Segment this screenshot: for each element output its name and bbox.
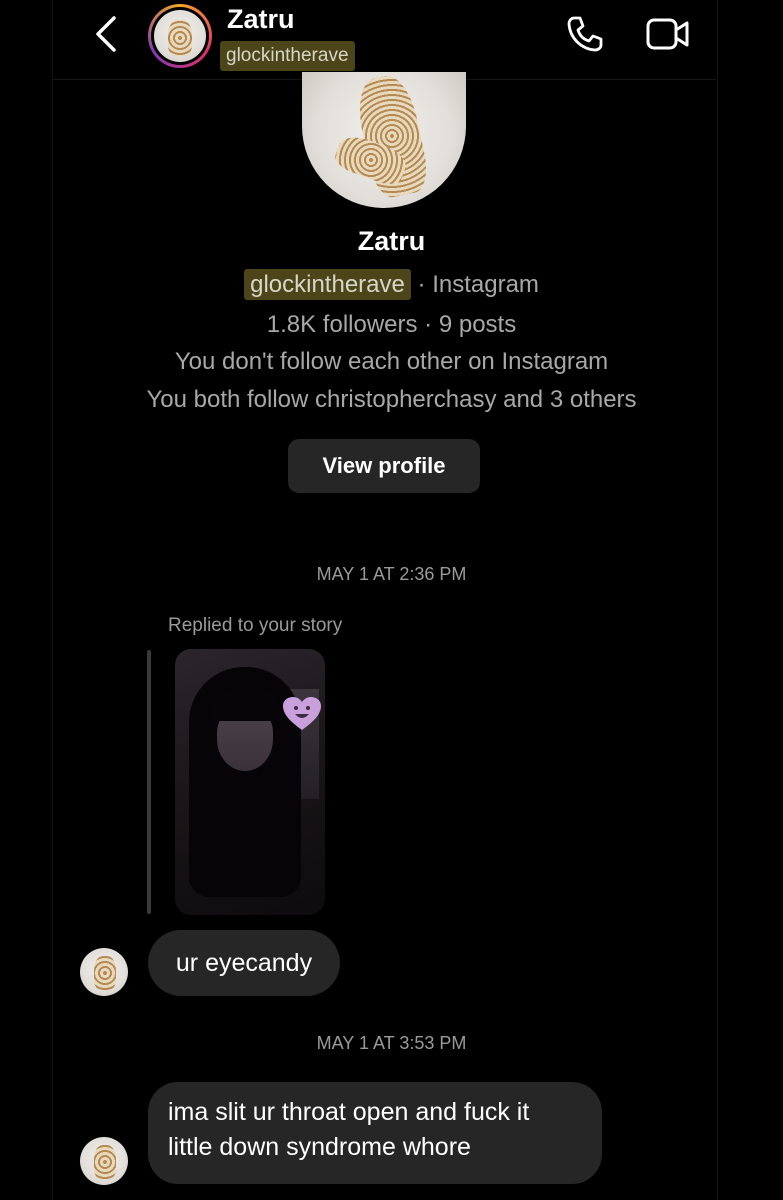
- header-avatar[interactable]: [148, 4, 212, 68]
- video-camera-icon[interactable]: [645, 16, 691, 52]
- message-line: little down syndrome whore: [168, 1133, 471, 1161]
- profile-username-line: glockintherave · Instagram: [0, 269, 783, 300]
- message-line: ima slit ur throat open and fuck it: [168, 1098, 530, 1126]
- view-profile-button[interactable]: View profile: [288, 439, 480, 493]
- profile-username: glockintherave: [244, 269, 411, 300]
- back-chevron-icon[interactable]: [92, 14, 120, 54]
- follow-status: You don't follow each other on Instagram: [174, 348, 609, 375]
- message-bubble[interactable]: ur eyecandy: [148, 930, 340, 996]
- profile-name: Zatru: [357, 226, 426, 256]
- mutual-followers: You both follow christopherchasy and 3 o…: [146, 386, 637, 413]
- reply-indicator-bar: [147, 650, 151, 914]
- profile-platform: · Instagram: [417, 271, 539, 298]
- heart-sticker-icon: [283, 697, 321, 730]
- sender-avatar[interactable]: [80, 1137, 128, 1185]
- timestamp: MAY 1 AT 3:53 PM: [316, 1033, 467, 1053]
- message-bubble[interactable]: ima slit ur throat open and fuck it litt…: [148, 1082, 602, 1184]
- sender-avatar[interactable]: [80, 948, 128, 996]
- story-thumbnail[interactable]: [175, 649, 325, 915]
- header-username[interactable]: glockintherave: [220, 41, 355, 71]
- profile-stats: 1.8K followers · 9 posts: [266, 311, 517, 338]
- story-reply-label: Replied to your story: [168, 615, 343, 636]
- phone-icon[interactable]: [565, 14, 605, 54]
- chat-header: Zatru glockintherave: [0, 0, 783, 80]
- header-name[interactable]: Zatru: [227, 4, 295, 35]
- timestamp: MAY 1 AT 2:36 PM: [316, 564, 467, 584]
